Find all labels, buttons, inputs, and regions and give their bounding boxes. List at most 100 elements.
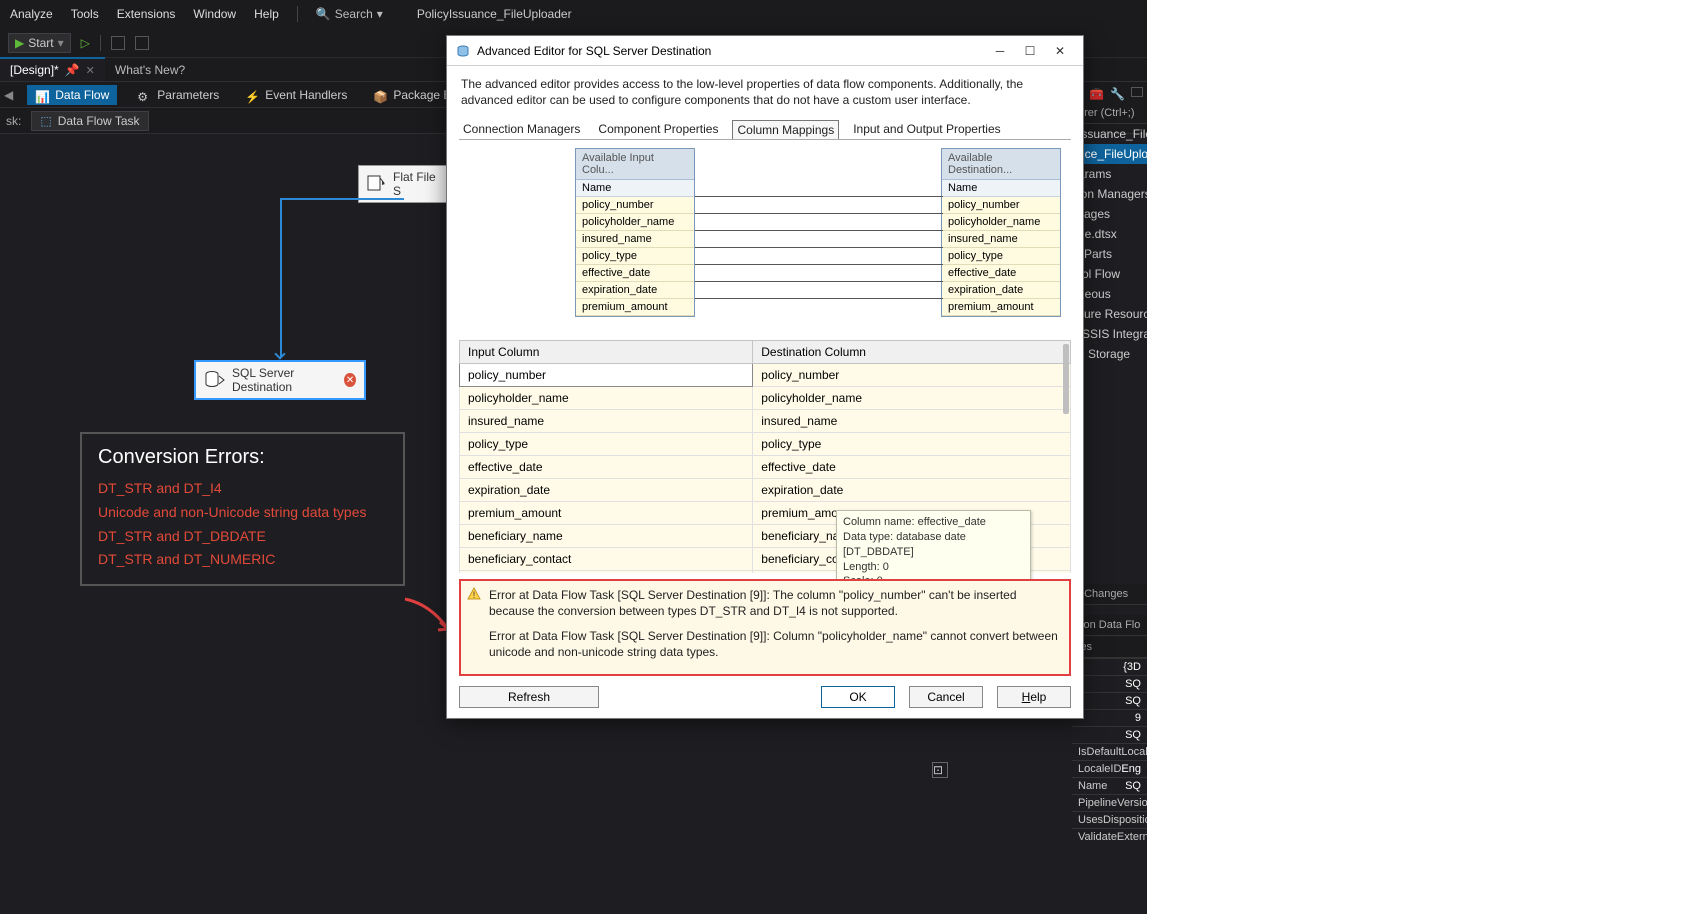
- menu-extensions[interactable]: Extensions: [117, 7, 176, 21]
- column-item[interactable]: policy_type: [942, 248, 1060, 265]
- annotation-line: DT_STR and DT_I4: [98, 477, 387, 501]
- wrench-icon[interactable]: 🔧: [1110, 87, 1125, 101]
- prop-row[interactable]: NameSQ: [1072, 777, 1147, 794]
- table-row[interactable]: policy_typepolicy_type: [460, 433, 1071, 456]
- table-row[interactable]: policy_numberpolicy_number: [460, 364, 1071, 387]
- menu-window[interactable]: Window: [193, 7, 236, 21]
- column-item[interactable]: effective_date: [576, 265, 694, 282]
- column-item[interactable]: policy_number: [576, 197, 694, 214]
- tab-compprops[interactable]: Component Properties: [594, 120, 722, 139]
- cell-dest[interactable]: effective_date: [753, 456, 1071, 479]
- mapping-line[interactable]: [695, 247, 943, 248]
- cell-dest[interactable]: policy_type: [753, 433, 1071, 456]
- cell-input[interactable]: premium_amount: [460, 502, 753, 525]
- tab-ioprops[interactable]: Input and Output Properties: [849, 120, 1004, 139]
- mapping-line[interactable]: [695, 213, 943, 214]
- help-label: elp: [1030, 690, 1046, 704]
- column-item[interactable]: policyholder_name: [942, 214, 1060, 231]
- menu-analyze[interactable]: Analyze: [10, 7, 53, 21]
- table-row[interactable]: expiration_dateexpiration_date: [460, 479, 1071, 502]
- column-item[interactable]: insured_name: [942, 231, 1060, 248]
- table-row[interactable]: policyholder_namepolicyholder_name: [460, 387, 1071, 410]
- column-item[interactable]: premium_amount: [942, 299, 1060, 316]
- search-icon: 🔍: [316, 7, 331, 21]
- start-button[interactable]: ▶ Start ▾: [8, 33, 71, 53]
- cell-dest[interactable]: insured_name: [753, 410, 1071, 433]
- toolbar-icon-1[interactable]: [111, 36, 125, 50]
- minimize-icon[interactable]: ─: [985, 40, 1015, 62]
- dialog-titlebar[interactable]: Advanced Editor for SQL Server Destinati…: [447, 36, 1083, 66]
- available-input-box[interactable]: Available Input Colu... Name policy_numb…: [575, 148, 695, 317]
- column-item[interactable]: effective_date: [942, 265, 1060, 282]
- node-label: SQL Server Destination: [232, 366, 338, 394]
- doc-tab-design[interactable]: [Design]* 📌 ✕: [0, 57, 105, 81]
- collapse-icon[interactable]: ◀: [4, 88, 13, 102]
- column-item[interactable]: insured_name: [576, 231, 694, 248]
- table-row[interactable]: insured_nameinsured_name: [460, 410, 1071, 433]
- cell-input[interactable]: beneficiary_contact: [460, 548, 753, 571]
- tab-label: Parameters: [157, 88, 219, 102]
- column-item[interactable]: policyholder_name: [576, 214, 694, 231]
- column-item[interactable]: expiration_date: [942, 282, 1060, 299]
- available-dest-box[interactable]: Available Destination... Name policy_num…: [941, 148, 1061, 317]
- mapping-line[interactable]: [695, 281, 943, 282]
- node-sqldest[interactable]: SQL Server Destination ✕: [194, 360, 366, 400]
- mapping-diagram[interactable]: Available Input Colu... Name policy_numb…: [459, 148, 1071, 334]
- cell-dest[interactable]: expiration_date: [753, 479, 1071, 502]
- mapping-line[interactable]: [695, 230, 943, 231]
- resize-grip-icon[interactable]: ⊡: [932, 762, 948, 778]
- close-icon[interactable]: ✕: [86, 64, 95, 77]
- grid-header-dest[interactable]: Destination Column: [753, 341, 1071, 364]
- cell-input[interactable]: policy_number: [460, 364, 753, 387]
- prop-row[interactable]: UsesDispositionsFals: [1072, 811, 1147, 828]
- cell-input[interactable]: expiration_date: [460, 479, 753, 502]
- refresh-button[interactable]: Refresh: [459, 686, 599, 708]
- menu-help[interactable]: Help: [254, 7, 279, 21]
- cell-input[interactable]: insured_name: [460, 410, 753, 433]
- tab-connmgr[interactable]: Connection Managers: [459, 120, 584, 139]
- cancel-button[interactable]: Cancel: [909, 686, 983, 708]
- pin-icon[interactable]: 📌: [65, 63, 80, 77]
- cell-input[interactable]: beneficiary_name: [460, 525, 753, 548]
- cell-dest[interactable]: policy_number: [753, 364, 1071, 387]
- play-outline-icon[interactable]: ▷: [81, 36, 90, 50]
- menu-tools[interactable]: Tools: [71, 7, 99, 21]
- connector[interactable]: [280, 198, 282, 358]
- mapping-line[interactable]: [695, 196, 943, 197]
- panel-icon[interactable]: [1131, 87, 1143, 97]
- maximize-icon[interactable]: ☐: [1015, 40, 1045, 62]
- tab-eventhandlers[interactable]: ⚡ Event Handlers: [239, 86, 353, 104]
- tab-colmappings[interactable]: Column Mappings: [732, 120, 839, 139]
- dialog-buttons: Refresh OK Cancel Help: [447, 680, 1083, 718]
- help-button[interactable]: Help: [997, 686, 1071, 708]
- table-row[interactable]: effective_dateeffective_date: [460, 456, 1071, 479]
- prop-row[interactable]: LocaleIDEng: [1072, 760, 1147, 777]
- prop-row[interactable]: ValidateExternalMetadataTru: [1072, 828, 1147, 845]
- prop-row[interactable]: IsDefaultLocaleTru: [1072, 743, 1147, 760]
- prop-row[interactable]: SQ: [1072, 726, 1147, 743]
- tab-dataflow[interactable]: 📊 Data Flow: [27, 85, 117, 105]
- mapping-line[interactable]: [695, 298, 943, 299]
- column-item[interactable]: expiration_date: [576, 282, 694, 299]
- cell-dest[interactable]: policyholder_name: [753, 387, 1071, 410]
- search-box[interactable]: 🔍 Search ▾: [316, 7, 383, 21]
- doc-tab-whatsnew[interactable]: What's New?: [105, 59, 195, 81]
- mapping-line[interactable]: [695, 264, 943, 265]
- column-item[interactable]: premium_amount: [576, 299, 694, 316]
- scrollbar[interactable]: [1063, 344, 1069, 414]
- doc-tab-label: [Design]*: [10, 63, 59, 77]
- column-item[interactable]: policy_type: [576, 248, 694, 265]
- column-item[interactable]: policy_number: [942, 197, 1060, 214]
- toolbox-icon[interactable]: 🧰: [1089, 87, 1104, 101]
- cell-input[interactable]: policyholder_name: [460, 387, 753, 410]
- toolbar-icon-2[interactable]: [135, 36, 149, 50]
- tab-parameters[interactable]: ⚙ Parameters: [131, 86, 225, 104]
- close-icon[interactable]: ✕: [1045, 40, 1075, 62]
- task-selector[interactable]: ⬚ Data Flow Task: [31, 111, 148, 131]
- grid-header-input[interactable]: Input Column: [460, 341, 753, 364]
- ok-button[interactable]: OK: [821, 686, 895, 708]
- cell-input[interactable]: effective_date: [460, 456, 753, 479]
- cell-input[interactable]: agent_name: [460, 571, 753, 573]
- cell-input[interactable]: policy_type: [460, 433, 753, 456]
- prop-row[interactable]: PipelineVersion0: [1072, 794, 1147, 811]
